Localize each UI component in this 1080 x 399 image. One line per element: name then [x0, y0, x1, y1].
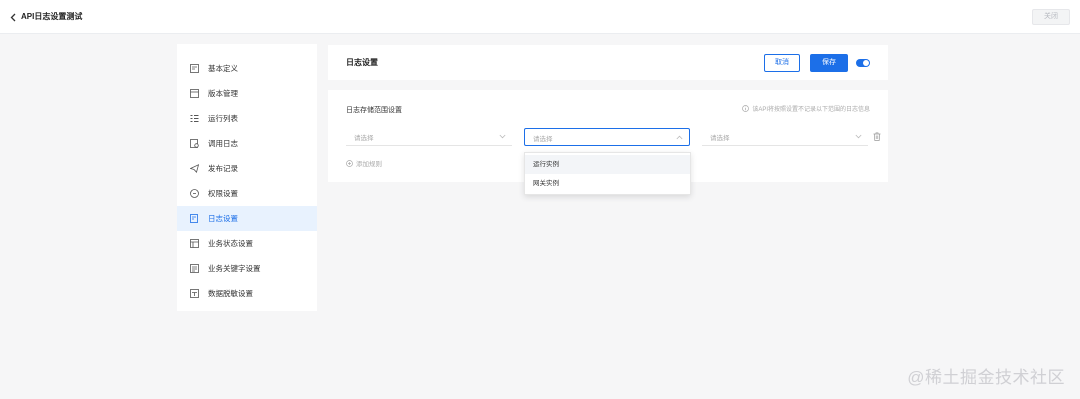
chevron-down-icon	[499, 134, 506, 139]
toggle-knob	[863, 60, 869, 66]
sidebar-item-data-masking[interactable]: 数据脱敏设置	[177, 281, 317, 306]
send-icon	[190, 164, 199, 173]
log-scope-hint: 该API将按照设置不记录以下范围的日志信息	[742, 104, 870, 113]
mask-icon	[190, 289, 199, 298]
log-icon	[190, 139, 199, 148]
sidebar-item-call-log[interactable]: 调用日志	[177, 131, 317, 156]
scope-select-1[interactable]: 请选择	[346, 128, 512, 146]
sidebar-item-label: 数据脱敏设置	[208, 289, 253, 298]
page-title: API日志设置测试	[21, 12, 83, 21]
sidebar-item-label: 业务关键字设置	[208, 264, 261, 273]
chevron-down-icon	[855, 134, 862, 139]
list-icon	[190, 114, 199, 123]
sidebar-item-log-settings[interactable]: 日志设置	[177, 206, 317, 231]
back-button[interactable]: API日志设置测试	[10, 10, 82, 24]
chevron-left-icon	[10, 13, 16, 21]
save-button[interactable]: 保存	[810, 54, 848, 72]
sidebar-item-version-management[interactable]: 版本管理	[177, 81, 317, 106]
add-rule-label: 添加规则	[356, 161, 382, 168]
plus-circle-icon	[346, 159, 353, 167]
log-settings-icon	[190, 214, 199, 223]
chevron-up-icon	[676, 135, 683, 140]
sidebar: 基本定义 版本管理 运行列表 调用日志 发布记录 权限设置 日志设置 业务状态设…	[177, 44, 317, 311]
sidebar-item-label: 权限设置	[208, 189, 238, 198]
keyword-icon	[190, 264, 199, 273]
watermark: @稀土掘金技术社区	[907, 368, 1065, 387]
enable-toggle[interactable]	[856, 59, 870, 67]
scope-select-3[interactable]: 请选择	[702, 128, 868, 146]
status-icon	[190, 239, 199, 248]
version-icon	[190, 89, 199, 98]
dropdown-option[interactable]: 网关实例	[525, 174, 690, 193]
select-placeholder: 请选择	[533, 136, 553, 143]
sidebar-item-business-keyword[interactable]: 业务关键字设置	[177, 256, 317, 281]
top-bar: API日志设置测试 关闭	[0, 0, 1080, 34]
cancel-button[interactable]: 取消	[764, 54, 800, 72]
form-icon	[190, 64, 199, 73]
permission-icon	[190, 189, 199, 198]
sidebar-item-business-status[interactable]: 业务状态设置	[177, 231, 317, 256]
info-icon	[742, 105, 750, 112]
sidebar-item-label: 发布记录	[208, 164, 238, 173]
sidebar-item-label: 日志设置	[208, 214, 238, 223]
sidebar-item-permission-settings[interactable]: 权限设置	[177, 181, 317, 206]
sidebar-item-label: 基本定义	[208, 64, 238, 73]
sidebar-item-release-record[interactable]: 发布记录	[177, 156, 317, 181]
sidebar-item-label: 业务状态设置	[208, 239, 253, 248]
settings-header-card: 日志设置 取消 保存	[328, 45, 888, 80]
select-placeholder: 请选择	[354, 135, 374, 142]
log-scope-title: 日志存储范围设置	[346, 107, 402, 114]
delete-icon[interactable]	[873, 132, 881, 141]
add-rule-button[interactable]: 添加规则	[346, 158, 382, 168]
sidebar-item-label: 运行列表	[208, 114, 238, 123]
sidebar-item-run-list[interactable]: 运行列表	[177, 106, 317, 131]
select-dropdown: 运行实例 网关实例	[524, 152, 691, 195]
section-title: 日志设置	[346, 58, 378, 67]
select-placeholder: 请选择	[710, 135, 730, 142]
dropdown-option[interactable]: 运行实例	[525, 155, 690, 174]
sidebar-item-label: 调用日志	[208, 139, 238, 148]
scope-select-2[interactable]: 请选择	[524, 128, 690, 146]
sidebar-item-label: 版本管理	[208, 89, 238, 98]
hint-text: 该API将按照设置不记录以下范围的日志信息	[752, 107, 870, 113]
sidebar-item-basic-definition[interactable]: 基本定义	[177, 56, 317, 81]
close-button[interactable]: 关闭	[1032, 9, 1070, 25]
